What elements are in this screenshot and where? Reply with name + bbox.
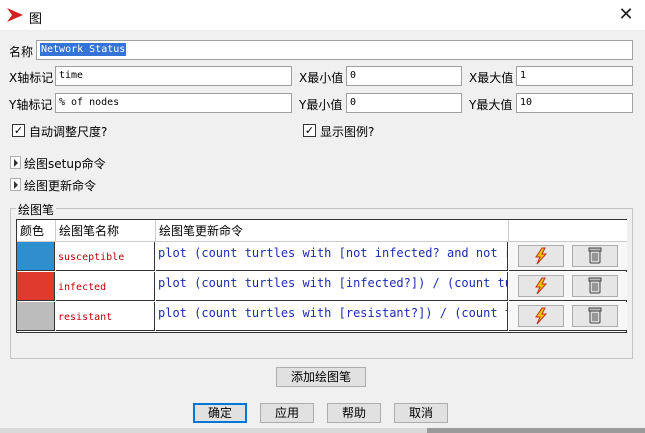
pen-command-cell[interactable]: plot (count turtles with [not infected? … [156,242,508,271]
x-axis-label: X轴标记 [9,71,54,85]
edit-pen-button[interactable] [518,245,564,267]
name-label: 名称 [9,45,34,59]
x-max-label: X最大值 [469,71,514,85]
pen-color-swatch[interactable] [17,242,55,271]
edit-pen-button[interactable] [518,275,564,297]
pen-color-swatch[interactable] [17,302,55,331]
cancel-button[interactable]: 取消 [394,403,448,423]
window-title: 图 [29,12,43,27]
table-row: resistant plot (count turtles with [resi… [17,302,627,332]
pen-name-cell[interactable]: infected [56,272,155,301]
title-bar: 图 ✕ [0,0,645,30]
help-button[interactable]: 帮助 [327,403,381,423]
y-max-label: Y最大值 [469,98,513,112]
pens-table: 颜色 绘图笔名称 绘图笔更新命令 susceptible plot (count… [16,219,627,333]
y-min-label: Y最小值 [299,98,343,112]
pen-actions [509,272,627,301]
pen-command-cell[interactable]: plot (count turtles with [infected?]) / … [156,272,508,301]
pen-name-cell[interactable]: resistant [56,302,155,331]
y-axis-label: Y轴标记 [9,98,53,112]
column-header-pen-name: 绘图笔名称 [56,220,156,242]
setup-commands-label[interactable]: 绘图setup命令 [24,155,106,172]
update-commands-label[interactable]: 绘图更新命令 [24,177,96,194]
x-min-label: X最小值 [299,71,344,85]
expand-update-icon[interactable] [10,178,21,191]
table-row: infected plot (count turtles with [infec… [17,272,627,302]
column-header-actions [509,220,627,242]
pen-command-cell[interactable]: plot (count turtles with [resistant?]) /… [156,302,508,331]
name-field[interactable]: Network Status [36,40,633,60]
pen-color-swatch[interactable] [17,272,55,301]
x-min-field[interactable]: 0 [346,66,462,86]
delete-pen-button[interactable] [572,305,618,327]
edit-lightning-icon [535,307,548,325]
auto-scale-label: 自动调整尺度? [29,125,108,139]
trash-icon [588,247,602,264]
delete-pen-button[interactable] [572,275,618,297]
edit-lightning-icon [535,247,548,265]
x-max-field[interactable]: 1 [516,66,633,86]
auto-scale-checkbox[interactable]: ✓ [12,124,25,137]
edit-pen-button[interactable] [518,305,564,327]
y-min-field[interactable]: 0 [346,93,462,113]
pen-actions [509,302,627,331]
name-value: Network Status [40,43,127,56]
y-max-field[interactable]: 10 [516,93,633,113]
expand-setup-icon[interactable] [10,156,21,169]
table-row: susceptible plot (count turtles with [no… [17,242,627,272]
show-legend-label: 显示图例? [320,125,375,139]
red-arrow-icon [7,8,23,22]
column-header-color: 颜色 [17,220,56,242]
pen-name-cell[interactable]: susceptible [56,242,155,271]
trash-icon [588,307,602,324]
close-icon[interactable]: ✕ [614,5,638,25]
column-header-update-command: 绘图笔更新命令 [156,220,509,242]
trash-icon [588,277,602,294]
ok-button[interactable]: 确定 [193,403,247,423]
pen-actions [509,242,627,271]
window-bottom-shadow [427,428,645,433]
pens-group-title: 绘图笔 [16,201,57,218]
apply-button[interactable]: 应用 [260,403,314,423]
x-axis-field[interactable]: time [55,66,292,86]
y-axis-field[interactable]: % of nodes [55,93,292,113]
edit-lightning-icon [535,277,548,295]
show-legend-checkbox[interactable]: ✓ [303,124,316,137]
add-pen-button[interactable]: 添加绘图笔 [276,367,366,387]
delete-pen-button[interactable] [572,245,618,267]
